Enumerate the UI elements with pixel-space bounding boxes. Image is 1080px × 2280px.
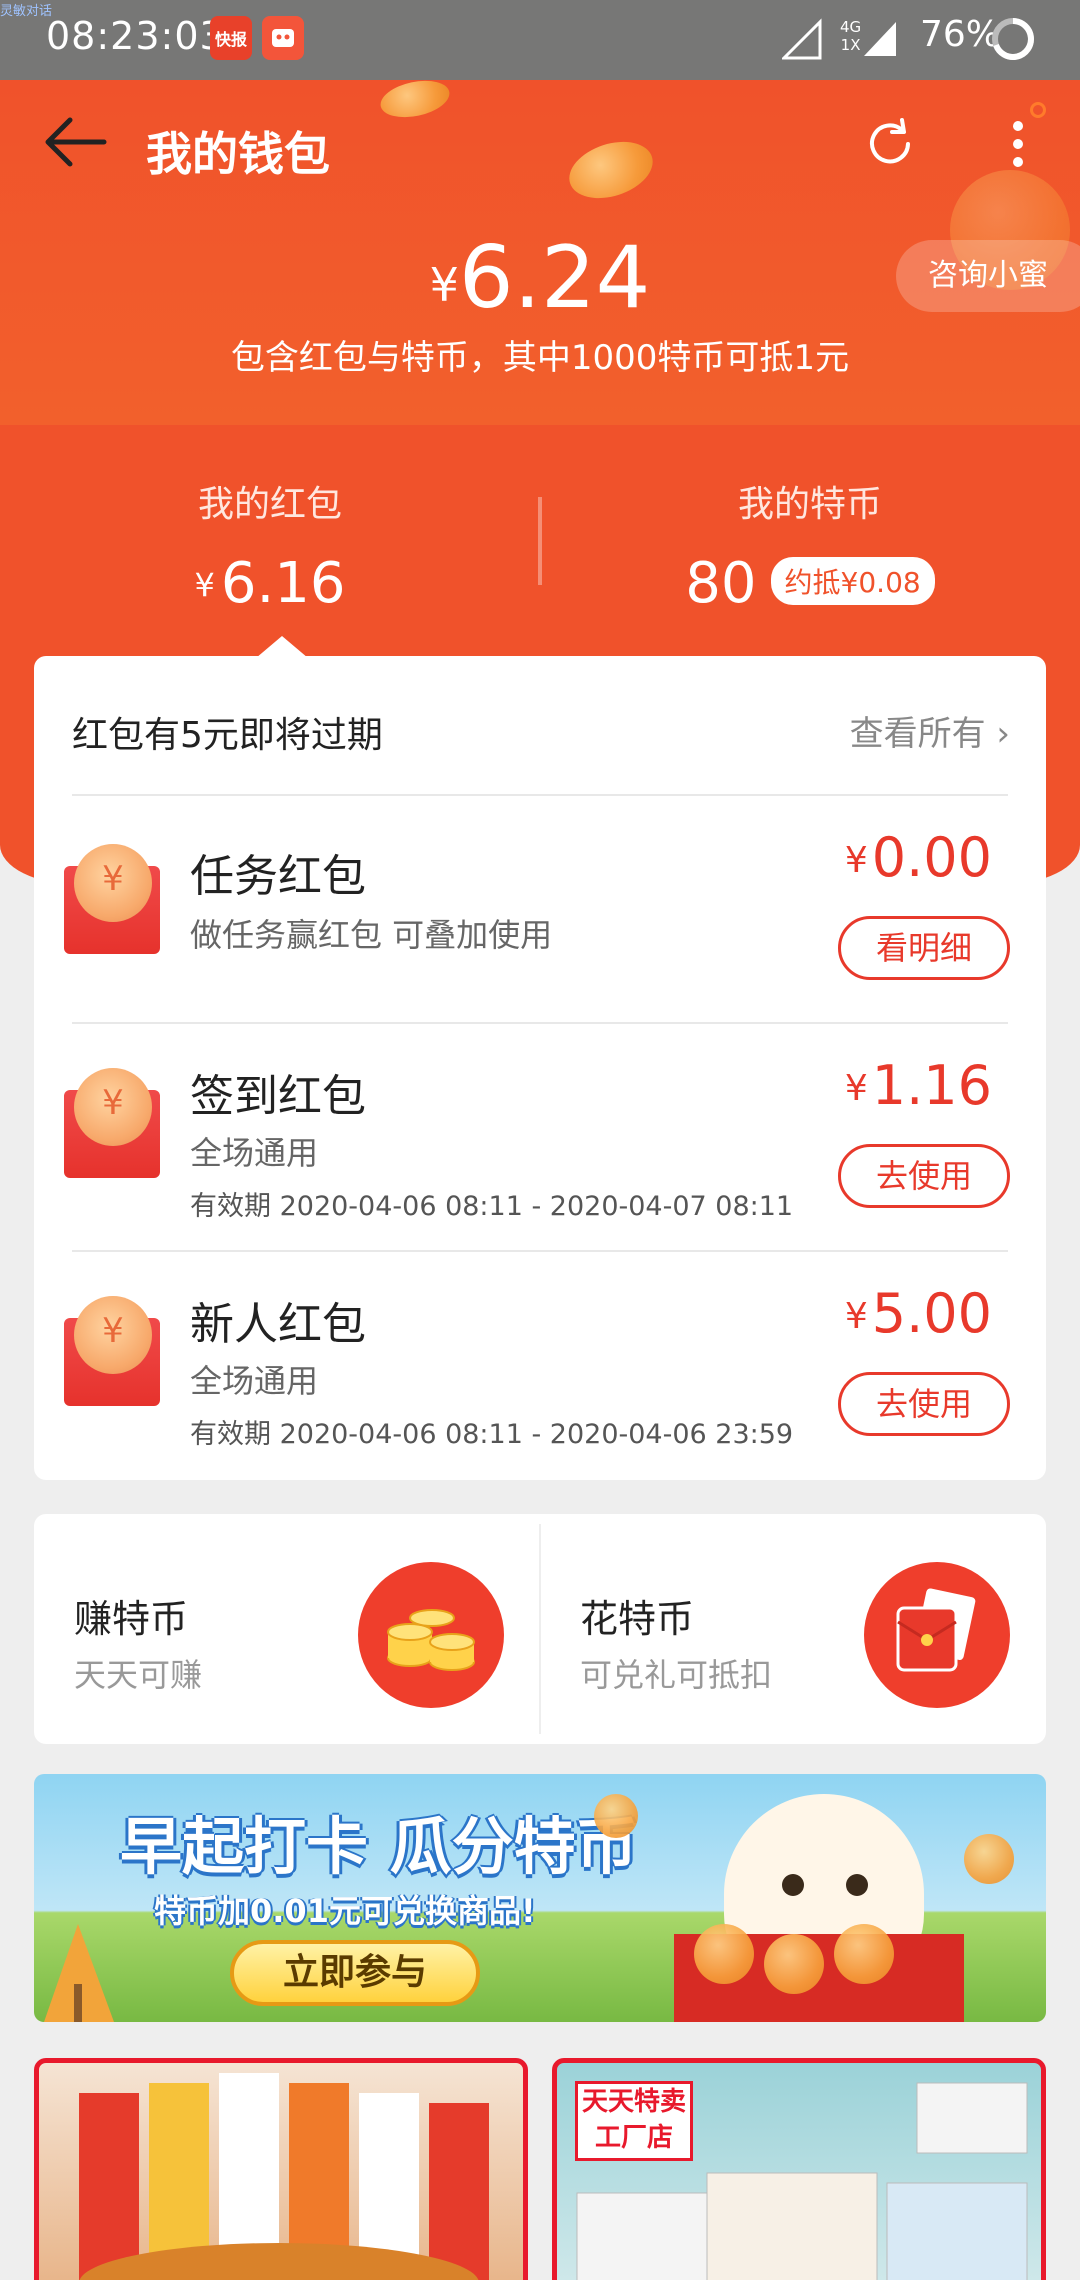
notification-dot [1030, 102, 1046, 118]
packet-amount-value: 5.00 [871, 1282, 992, 1345]
status-tiny-text: 灵敏对话 [0, 4, 53, 19]
list-item: ¥ 签到红包 全场通用 有效期 2020-04-06 08:11 - 2020-… [34, 1024, 1046, 1252]
decor-coin-icon [964, 1834, 1014, 1884]
status-time: 08:23:03 [46, 14, 225, 58]
packet-title: 签到红包 [190, 1071, 366, 1122]
use-button[interactable]: 去使用 [838, 1144, 1010, 1208]
decor-coin-icon [562, 131, 660, 209]
red-packets-value: 6.16 [220, 551, 346, 616]
back-arrow-icon[interactable] [40, 112, 110, 172]
currency-symbol: ¥ [194, 566, 215, 604]
network-top: 4G [840, 18, 862, 36]
decor-coin-icon [834, 1924, 894, 1984]
tree-icon [44, 1924, 114, 2022]
more-vertical-icon[interactable] [998, 112, 1038, 176]
packet-title: 新人红包 [190, 1299, 366, 1350]
banner-subtitle: 特币加0.01元可兑换商品! [154, 1892, 536, 1930]
wallet-total-amount: 6.24 [458, 228, 651, 328]
list-item: ¥ 新人红包 全场通用 有效期 2020-04-06 08:11 - 2020-… [34, 1252, 1046, 1480]
packet-amount: ¥0.00 [845, 826, 992, 889]
my-coins[interactable]: 我的特币 80 约抵¥0.08 [540, 475, 1080, 616]
view-details-button[interactable]: 看明细 [838, 916, 1010, 980]
snacks-promo-tile[interactable] [34, 2058, 528, 2280]
packet-subtitle: 做任务赢红包 可叠加使用 [190, 916, 553, 954]
red-envelope-icon: ¥ [64, 1068, 160, 1178]
banner-headline: 早起打卡 瓜分特币 [120, 1810, 638, 1883]
packet-amount-value: 1.16 [871, 1054, 992, 1117]
red-envelope-icon: ¥ [64, 1296, 160, 1406]
coin-stack-icon [358, 1562, 504, 1708]
selected-tab-pointer [256, 636, 308, 658]
tmall-app-icon [262, 16, 304, 60]
earn-coins-entry[interactable]: 赚特币 天天可赚 [34, 1514, 540, 1744]
spend-coins-title: 花特币 [580, 1597, 695, 1641]
factory-store-tile[interactable]: 天天特卖 工厂店 [552, 2058, 1046, 2280]
red-envelope-icon: ¥ [64, 844, 160, 954]
spend-coins-subtitle: 可兑礼可抵扣 [580, 1656, 773, 1694]
wallet-header: 我的钱包 ¥6.24 包含红包与特币，其中1000特币可抵1元 咨询小蜜 [0, 80, 1080, 425]
decor-coin-icon [694, 1924, 754, 1984]
currency-symbol: ¥ [844, 840, 868, 881]
signal-2-icon [864, 22, 896, 56]
earn-coins-subtitle: 天天可赚 [74, 1656, 203, 1694]
packet-title: 任务红包 [190, 851, 366, 902]
packet-validity: 有效期 2020-04-06 08:11 - 2020-04-06 23:59 [190, 1419, 794, 1450]
consult-assistant-button[interactable]: 咨询小蜜 [896, 240, 1080, 312]
my-red-packets[interactable]: 我的红包 ¥6.16 [0, 475, 540, 616]
use-button[interactable]: 去使用 [838, 1372, 1010, 1436]
currency-symbol: ¥ [429, 258, 459, 312]
packet-subtitle: 全场通用 [190, 1134, 319, 1172]
packet-amount: ¥1.16 [845, 1054, 992, 1117]
refresh-icon[interactable] [858, 112, 922, 176]
packet-subtitle: 全场通用 [190, 1362, 319, 1400]
red-packets-label: 我的红包 [197, 484, 342, 525]
red-packets-card: 红包有5元即将过期 查看所有 › ¥ 任务红包 做任务赢红包 可叠加使用 ¥0.… [34, 656, 1046, 1480]
storage-box-image [576, 2082, 1028, 2280]
packet-amount-value: 0.00 [871, 826, 992, 889]
spend-coins-entry[interactable]: 花特币 可兑礼可抵扣 [540, 1514, 1046, 1744]
page-title: 我的钱包 [146, 127, 330, 181]
coins-label: 我的特币 [737, 484, 882, 525]
red-envelope-gift-icon [864, 1562, 1010, 1708]
coins-equiv-badge: 约抵¥0.08 [770, 557, 935, 605]
coins-value: 80 [685, 551, 757, 616]
currency-symbol: ¥ [844, 1296, 868, 1337]
list-item: ¥ 任务红包 做任务赢红包 可叠加使用 ¥0.00 看明细 [34, 796, 1046, 1024]
network-type: 4G 1X [840, 18, 861, 54]
snack-products-image [79, 2073, 489, 2280]
view-all-link[interactable]: 查看所有 › [850, 706, 1010, 755]
packet-validity: 有效期 2020-04-06 08:11 - 2020-04-07 08:11 [190, 1191, 794, 1222]
decor-coin-icon [764, 1934, 824, 1994]
checkin-banner[interactable]: 早起打卡 瓜分特币 特币加0.01元可兑换商品! 立即参与 [34, 1774, 1046, 2022]
battery-level: 76% [919, 14, 1000, 55]
kuaibao-app-icon: 快报 [210, 16, 252, 60]
earn-coins-title: 赚特币 [74, 1597, 189, 1641]
status-bar: 灵敏对话 08:23:03 快报 4G 1X 76% [0, 0, 1080, 80]
battery-ring-icon [992, 18, 1034, 60]
coins-card: 赚特币 天天可赚 花特币 可兑礼可抵扣 [34, 1514, 1046, 1744]
network-bottom: 1X [840, 36, 861, 54]
wallet-note: 包含红包与特币，其中1000特币可抵1元 [230, 338, 850, 378]
packet-amount: ¥5.00 [845, 1282, 992, 1345]
currency-symbol: ¥ [844, 1068, 868, 1109]
join-now-button[interactable]: 立即参与 [230, 1940, 480, 2006]
signal-icon [782, 18, 822, 60]
decor-coin-icon [594, 1794, 638, 1838]
expiry-notice: 红包有5元即将过期 [72, 715, 383, 756]
decor-coin-icon [377, 80, 453, 123]
